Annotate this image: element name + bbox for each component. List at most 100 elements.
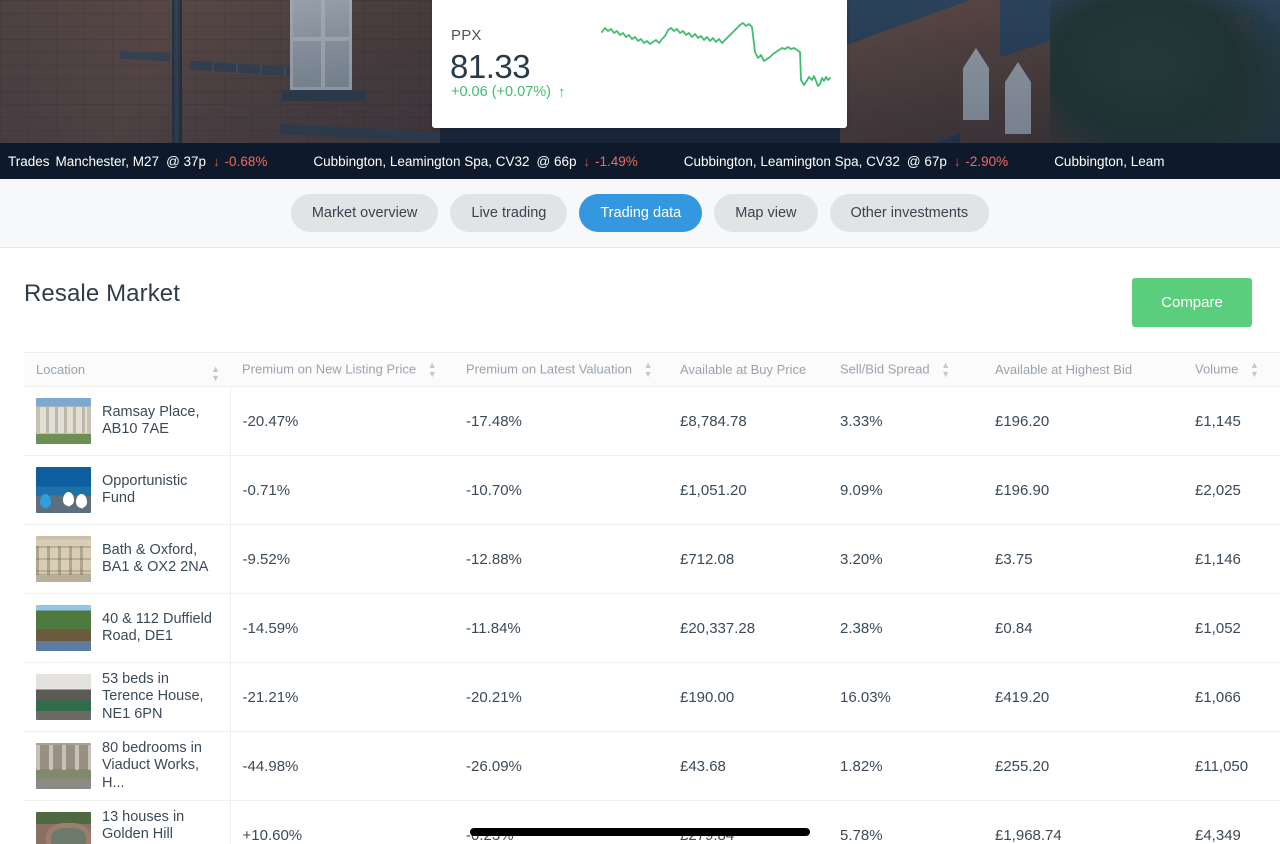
table-row[interactable]: 13 houses in Golden Hill Fort,... +10.60…	[24, 800, 1280, 844]
sort-updown-icon[interactable]: ▲ ▼	[1250, 360, 1259, 379]
table-row[interactable]: Opportunistic Fund -0.71% -10.70% £1,051…	[24, 455, 1280, 525]
ticker-item-price: @ 37p	[166, 153, 207, 169]
column-header-available-at-buy-price[interactable]: Available at Buy Price	[668, 352, 828, 387]
cell-premium-latest-valuation: -20.21%	[454, 662, 668, 732]
property-thumbnail	[36, 673, 91, 720]
column-header-label: Premium on New Listing Price	[242, 360, 417, 376]
cell-premium-latest-valuation: -26.09%	[454, 731, 668, 801]
cell-premium-latest-valuation: -17.48%	[454, 386, 668, 456]
cell-volume: £1,146	[1183, 524, 1280, 594]
cell-location[interactable]: 13 houses in Golden Hill Fort,...	[24, 800, 231, 844]
property-thumbnail	[36, 398, 91, 444]
resale-market-table-container[interactable]: Location ▲ ▼ Premium on New Listing Price…	[24, 352, 1280, 844]
primary-nav: Market overview Live trading Trading dat…	[0, 179, 1280, 248]
horizontal-scrollbar[interactable]	[470, 828, 810, 836]
cell-available-at-highest-bid: £419.20	[983, 662, 1183, 732]
ticker-item-change-value: -1.49%	[594, 153, 638, 169]
column-header-available-at-highest-bid[interactable]: Available at Highest Bid	[983, 352, 1183, 387]
cell-available-at-highest-bid: £3.75	[983, 524, 1183, 594]
cell-volume: £1,066	[1183, 662, 1280, 732]
sort-updown-icon[interactable]: ▲ ▼	[644, 360, 653, 379]
column-header-sell-bid-spread[interactable]: Sell/Bid Spread ▲ ▼	[828, 352, 983, 387]
tab-other-investments[interactable]: Other investments	[829, 194, 990, 232]
page-title: Resale Market	[24, 280, 181, 307]
cell-available-at-buy-price: £1,051.20	[668, 455, 828, 525]
table-header-row: Location ▲ ▼ Premium on New Listing Price…	[24, 352, 1280, 387]
location-label: Bath & Oxford, BA1 & OX2 2NA	[102, 541, 209, 575]
market-ticker-bar[interactable]: Trades Manchester, M27 @ 37p ↓ -0.68% Cu…	[0, 143, 1280, 179]
ticker-item[interactable]: Manchester, M27 @ 37p ↓ -0.68%	[56, 154, 314, 169]
cell-location[interactable]: Ramsay Place, AB10 7AE	[24, 386, 231, 456]
column-header-label: Sell/Bid Spread	[840, 360, 930, 376]
location-label: Ramsay Place, AB10 7AE	[102, 403, 200, 437]
cell-available-at-buy-price: £190.00	[668, 662, 828, 732]
cell-available-at-highest-bid: £1,968.74	[983, 800, 1183, 844]
cell-location[interactable]: 53 beds in Terence House, NE1 6PN	[24, 662, 231, 732]
location-label: 40 & 112 Duffield Road, DE1	[102, 610, 212, 644]
property-thumbnail	[36, 605, 91, 651]
table-row[interactable]: 40 & 112 Duffield Road, DE1 -14.59% -11.…	[24, 593, 1280, 663]
cell-sell-bid-spread: 1.82%	[828, 731, 983, 801]
property-thumbnail	[36, 467, 91, 513]
table-row[interactable]: Bath & Oxford, BA1 & OX2 2NA -9.52% -12.…	[24, 524, 1280, 594]
column-header-label: Volume	[1195, 360, 1239, 376]
cell-available-at-buy-price: £43.68	[668, 731, 828, 801]
cell-premium-latest-valuation: -10.70%	[454, 455, 668, 525]
cell-location[interactable]: 40 & 112 Duffield Road, DE1	[24, 593, 231, 663]
compare-button[interactable]: Compare	[1132, 278, 1252, 327]
column-header-premium-latest-valuation[interactable]: Premium on Latest Valuation ▲ ▼	[454, 352, 668, 387]
ticker-item-name: Cubbington, Leamington Spa, CV32	[683, 153, 900, 169]
table-row[interactable]: Ramsay Place, AB10 7AE -20.47% -17.48% £…	[24, 386, 1280, 456]
cell-premium-new-listing: -21.21%	[230, 662, 454, 732]
sort-updown-icon[interactable]: ▲ ▼	[211, 365, 220, 383]
cell-sell-bid-spread: 3.33%	[828, 386, 983, 456]
cell-available-at-buy-price: £8,784.78	[668, 386, 828, 456]
cell-available-at-highest-bid: £255.20	[983, 731, 1183, 801]
ticker-lead-label: Trades	[8, 153, 50, 169]
arrow-down-icon: ↓	[583, 153, 590, 169]
table-row[interactable]: 80 bedrooms in Viaduct Works, H... -44.9…	[24, 731, 1280, 801]
cell-premium-new-listing: +10.60%	[230, 800, 454, 844]
cell-sell-bid-spread: 3.20%	[828, 524, 983, 594]
ticker-item-change: ↓ -2.90%	[954, 154, 1008, 169]
resale-market-table: Location ▲ ▼ Premium on New Listing Price…	[24, 352, 1280, 844]
index-change: +0.06 (+0.07%) ↑	[451, 84, 565, 100]
location-label: 80 bedrooms in Viaduct Works, H...	[102, 740, 202, 791]
arrow-down-icon: ↓	[213, 153, 220, 169]
table-row[interactable]: 53 beds in Terence House, NE1 6PN -21.21…	[24, 662, 1280, 732]
cell-location[interactable]: Opportunistic Fund	[24, 455, 231, 525]
cell-premium-new-listing: -20.47%	[230, 386, 454, 456]
column-header-premium-new-listing[interactable]: Premium on New Listing Price ▲ ▼	[230, 352, 454, 387]
table-body: Ramsay Place, AB10 7AE -20.47% -17.48% £…	[24, 386, 1280, 844]
ticker-item[interactable]: Cubbington, Leam	[1054, 154, 1210, 169]
arrow-up-icon: ↑	[557, 83, 566, 101]
tab-live-trading[interactable]: Live trading	[450, 194, 568, 232]
tab-trading-data[interactable]: Trading data	[579, 194, 703, 232]
property-thumbnail	[36, 536, 91, 582]
sort-updown-icon[interactable]: ▲ ▼	[428, 360, 437, 379]
column-header-location[interactable]: Location ▲ ▼	[24, 352, 230, 387]
index-change-text: +0.06 (+0.07%)	[451, 84, 551, 100]
column-header-label: Available at Buy Price	[680, 362, 807, 377]
location-label: 13 houses in Golden Hill Fort,...	[102, 809, 185, 844]
ticker-item-name: Manchester, M27	[55, 153, 160, 169]
ticker-item[interactable]: Cubbington, Leamington Spa, CV32 @ 67p ↓…	[684, 154, 1054, 169]
sort-updown-icon[interactable]: ▲ ▼	[941, 360, 950, 379]
cell-sell-bid-spread: 5.78%	[828, 800, 983, 844]
cell-volume: £2,025	[1183, 455, 1280, 525]
index-summary-card[interactable]: PPX 81.33 +0.06 (+0.07%) ↑	[432, 0, 847, 128]
cell-premium-latest-valuation: -0.23%	[454, 800, 668, 844]
cell-volume: £1,052	[1183, 593, 1280, 663]
cell-location[interactable]: 80 bedrooms in Viaduct Works, H...	[24, 731, 231, 801]
column-header-volume[interactable]: Volume ▲ ▼	[1183, 352, 1280, 387]
tab-map-view[interactable]: Map view	[714, 194, 818, 232]
index-value: 81.33	[450, 48, 531, 85]
cell-location[interactable]: Bath & Oxford, BA1 & OX2 2NA	[24, 524, 231, 594]
map-pin-icon	[40, 494, 51, 508]
cell-available-at-highest-bid: £196.20	[983, 386, 1183, 456]
tab-market-overview[interactable]: Market overview	[290, 194, 439, 232]
ticker-item-price: @ 66p	[536, 153, 577, 169]
ticker-item-name: Cubbington, Leam	[1054, 153, 1165, 169]
ticker-item[interactable]: Cubbington, Leamington Spa, CV32 @ 66p ↓…	[313, 154, 683, 169]
column-header-label: Location	[36, 362, 86, 377]
